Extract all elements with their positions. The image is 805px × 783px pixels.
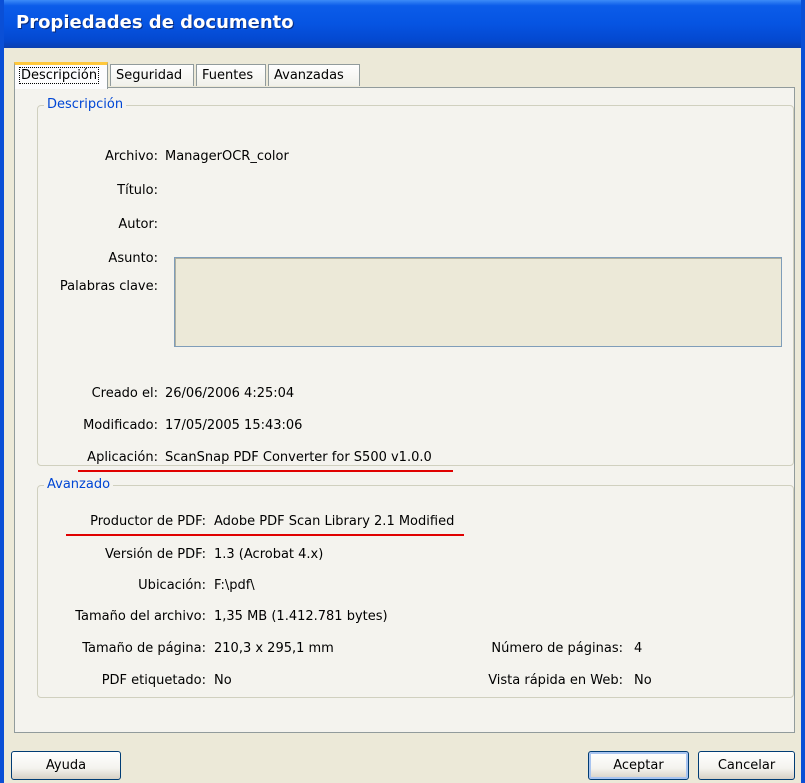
asunto-label: Asunto: [108, 251, 158, 266]
aplicacion-label: Aplicación: [87, 450, 158, 465]
avanzado-group-title: Avanzado [44, 477, 114, 492]
palabras-clave-label: Palabras clave: [59, 279, 158, 294]
tab-seguridad[interactable]: Seguridad [110, 64, 194, 86]
modificado-value: 17/05/2005 15:43:06 [165, 418, 303, 433]
tamano-pagina-value: 210,3 x 295,1 mm [214, 641, 334, 656]
modificado-row: Modificado: 17/05/2005 15:43:06 [38, 417, 795, 435]
archivo-value: ManagerOCR_color [165, 149, 289, 164]
numero-paginas-value: 4 [634, 641, 643, 656]
aplicacion-highlight-underline [78, 470, 453, 472]
tab-fuentes[interactable]: Fuentes [196, 64, 266, 86]
tab-panel: Descripción Archivo: ManagerOCR_color Tí… [14, 87, 795, 733]
ubicacion-value: F:\pdf\ [214, 578, 255, 593]
creado-value: 26/06/2006 4:25:04 [165, 386, 295, 401]
creado-row: Creado el: 26/06/2006 4:25:04 [38, 385, 795, 403]
ubicacion-label: Ubicación: [138, 578, 206, 593]
vista-rapida-value: No [634, 673, 652, 688]
tamano-archivo-row: Tamaño del archivo: 1,35 MB (1.412.781 b… [38, 608, 795, 626]
titulo-label: Título: [117, 183, 158, 198]
archivo-label: Archivo: [105, 149, 158, 164]
modificado-label: Modificado: [83, 418, 158, 433]
autor-label: Autor: [118, 217, 158, 232]
descripcion-group-title: Descripción [44, 97, 127, 112]
aplicacion-row: Aplicación: ScanSnap PDF Converter for S… [38, 449, 795, 467]
archivo-row: Archivo: ManagerOCR_color [38, 148, 795, 166]
productor-value: Adobe PDF Scan Library 2.1 Modified [214, 514, 455, 529]
version-value: 1.3 (Acrobat 4.x) [214, 547, 324, 562]
tamano-archivo-value: 1,35 MB (1.412.781 bytes) [214, 609, 388, 624]
version-label: Versión de PDF: [104, 547, 206, 562]
avanzado-group: Avanzado Productor de PDF: Adobe PDF Sca… [37, 477, 795, 698]
descripcion-group: Descripción Archivo: ManagerOCR_color Tí… [37, 97, 795, 472]
ubicacion-row: Ubicación: F:\pdf\ [38, 577, 795, 595]
version-row: Versión de PDF: 1.3 (Acrobat 4.x) [38, 546, 795, 564]
productor-row: Productor de PDF: Adobe PDF Scan Library… [38, 513, 795, 531]
pdf-etiquetado-value: No [214, 673, 232, 688]
help-button[interactable]: Ayuda [11, 751, 121, 780]
cancel-button[interactable]: Cancelar [698, 751, 795, 780]
ok-button[interactable]: Aceptar [588, 751, 689, 780]
creado-label: Creado el: [91, 386, 158, 401]
title-bar[interactable]: Propiedades de documento [4, 0, 801, 48]
palabras-clave-field[interactable] [174, 257, 782, 347]
autor-row: Autor: [38, 216, 795, 234]
window-title: Propiedades de documento [16, 12, 294, 33]
tamano-archivo-label: Tamaño del archivo: [75, 609, 206, 624]
productor-highlight-underline [66, 534, 464, 536]
productor-label: Productor de PDF: [90, 514, 206, 529]
pdf-etiquetado-row: PDF etiquetado: No Vista rápida en Web: … [38, 672, 795, 690]
numero-paginas-label: Número de páginas: [491, 641, 623, 656]
document-properties-dialog: Propiedades de documento Descripción Seg… [0, 0, 805, 783]
vista-rapida-label: Vista rápida en Web: [488, 673, 623, 688]
aplicacion-value: ScanSnap PDF Converter for S500 v1.0.0 [165, 450, 432, 465]
tab-descripcion[interactable]: Descripción [14, 62, 108, 89]
tamano-pagina-row: Tamaño de página: 210,3 x 295,1 mm Númer… [38, 640, 795, 658]
pdf-etiquetado-label: PDF etiquetado: [101, 673, 206, 688]
tamano-pagina-label: Tamaño de página: [82, 641, 206, 656]
tab-avanzadas[interactable]: Avanzadas [268, 64, 360, 86]
titulo-row: Título: [38, 182, 795, 200]
